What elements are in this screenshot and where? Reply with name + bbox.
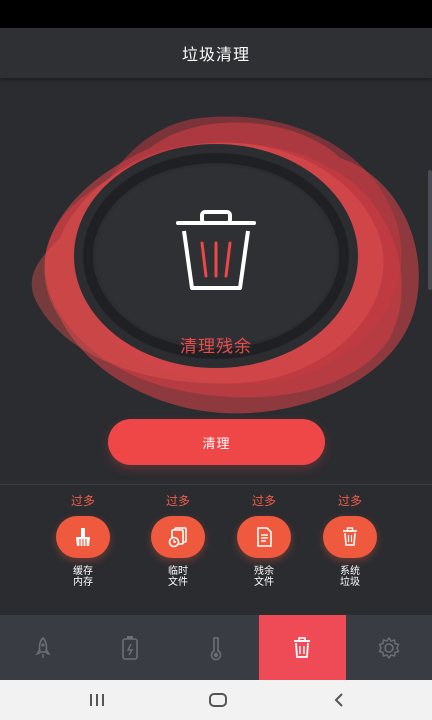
clean-button[interactable]: 清理 xyxy=(108,419,325,465)
category-button[interactable] xyxy=(237,516,291,558)
gear-icon xyxy=(378,636,399,659)
nav-tab-battery[interactable] xyxy=(86,615,172,680)
category-label: 残余 文件 xyxy=(254,566,274,588)
hero-blob-graphic xyxy=(31,116,419,414)
trash-icon xyxy=(343,527,357,546)
junk-categories: 过多 缓存 内存 过多 临时 文件 过多 残余 文件 过多 系统 垃圾 xyxy=(0,492,432,602)
recent-apps-icon xyxy=(90,694,104,706)
temp-files-icon xyxy=(168,527,187,548)
system-navigation-bar xyxy=(0,680,432,720)
back-icon xyxy=(334,693,343,707)
category-residual-files[interactable]: 过多 残余 文件 xyxy=(221,492,307,588)
app-header: 垃圾清理 xyxy=(0,28,432,78)
category-button[interactable] xyxy=(323,516,377,558)
status-bar xyxy=(0,0,432,28)
divider xyxy=(0,484,432,485)
category-temp-files[interactable]: 过多 临时 文件 xyxy=(135,492,221,588)
nav-tab-settings[interactable] xyxy=(346,615,432,680)
category-label: 系统 垃圾 xyxy=(340,566,360,588)
hero-status-label: 清理残余 xyxy=(180,337,252,357)
category-button[interactable] xyxy=(56,516,110,558)
bottom-nav xyxy=(0,615,432,680)
document-icon xyxy=(257,527,272,547)
recent-apps-button[interactable] xyxy=(67,680,127,720)
nav-tab-cleaner[interactable] xyxy=(259,615,346,680)
nav-tab-cooler[interactable] xyxy=(173,615,259,680)
trash-icon xyxy=(294,636,311,658)
category-button[interactable] xyxy=(151,516,205,558)
nav-tab-boost[interactable] xyxy=(0,615,86,680)
page-title: 垃圾清理 xyxy=(181,45,250,64)
category-status: 过多 xyxy=(337,494,362,508)
rocket-icon xyxy=(35,636,51,658)
battery-icon xyxy=(121,635,138,660)
broom-icon xyxy=(76,528,90,546)
thermometer-icon xyxy=(210,636,222,660)
category-status: 过多 xyxy=(165,494,190,508)
category-cache-memory[interactable]: 过多 缓存 内存 xyxy=(40,492,126,588)
home-button[interactable] xyxy=(188,680,248,720)
category-status: 过多 xyxy=(70,494,95,508)
category-system-junk[interactable]: 过多 系统 垃圾 xyxy=(307,492,393,588)
category-status: 过多 xyxy=(251,494,276,508)
home-icon xyxy=(209,693,227,707)
hero-cleaner-graphic: 清理残余 xyxy=(0,78,432,418)
category-label: 临时 文件 xyxy=(168,566,188,588)
back-button[interactable] xyxy=(309,680,369,720)
category-label: 缓存 内存 xyxy=(73,566,93,588)
